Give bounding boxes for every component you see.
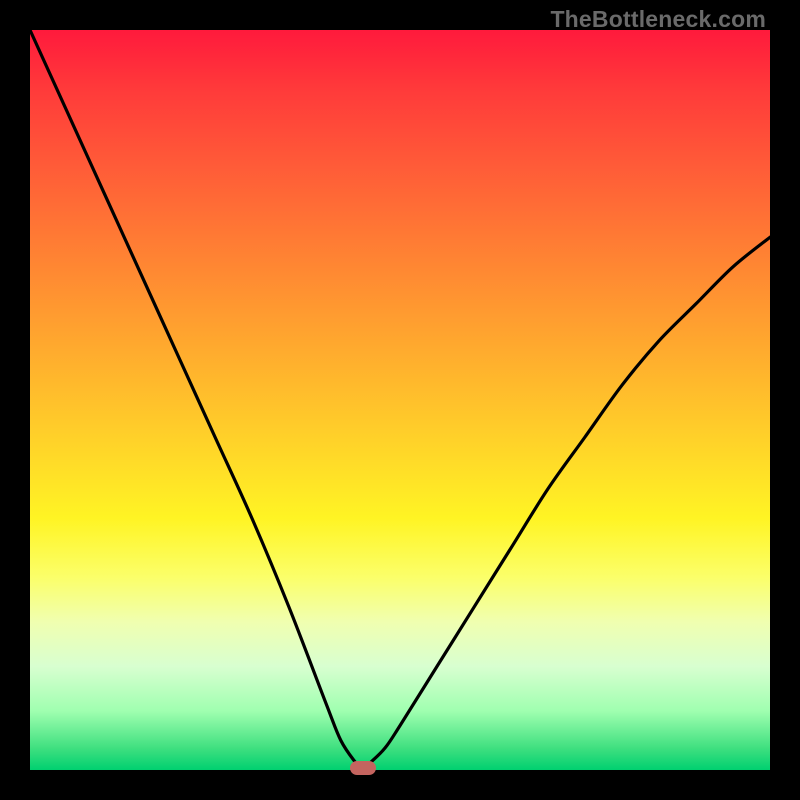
watermark-text: TheBottleneck.com	[550, 6, 766, 33]
optimum-marker	[350, 761, 376, 775]
plot-area	[30, 30, 770, 770]
chart-frame: TheBottleneck.com	[0, 0, 800, 800]
bottleneck-curve	[30, 30, 770, 770]
